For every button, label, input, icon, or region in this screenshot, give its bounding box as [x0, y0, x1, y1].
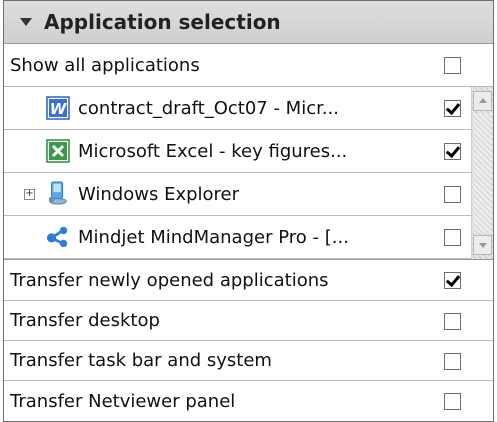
- transfer-task-bar-row[interactable]: Transfer task bar and system: [4, 341, 493, 381]
- application-list-item-word[interactable]: W contract_draft_Oct07 - Micr...: [4, 87, 471, 130]
- application-selection-panel: Application selection Show all applicati…: [3, 0, 494, 422]
- panel-title: Application selection: [44, 10, 281, 34]
- application-checkbox[interactable]: [444, 143, 461, 160]
- collapse-arrow-icon[interactable]: [20, 18, 32, 26]
- excel-icon: [46, 139, 70, 163]
- expand-icon[interactable]: +: [24, 189, 35, 200]
- show-all-applications-row[interactable]: Show all applications: [4, 44, 493, 87]
- panel-header[interactable]: Application selection: [4, 1, 493, 44]
- explorer-icon: [48, 181, 67, 205]
- application-checkbox[interactable]: [444, 229, 461, 246]
- application-list-item-excel[interactable]: Microsoft Excel - key figures...: [4, 130, 471, 173]
- scrollbar-thumb[interactable]: [473, 113, 492, 233]
- application-label: Microsoft Excel - key figures...: [78, 140, 348, 162]
- show-all-applications-label: Show all applications: [10, 54, 200, 76]
- transfer-netviewer-panel-label: Transfer Netviewer panel: [10, 390, 236, 412]
- application-label: Mindjet MindManager Pro - [...: [78, 226, 349, 248]
- chevron-up-icon: [479, 98, 487, 103]
- transfer-desktop-label: Transfer desktop: [10, 310, 160, 331]
- svg-text:W: W: [50, 100, 68, 118]
- application-checkbox[interactable]: [444, 186, 461, 203]
- mindmanager-icon: [46, 226, 68, 248]
- scroll-down-button[interactable]: [473, 235, 492, 255]
- transfer-netviewer-panel-row[interactable]: Transfer Netviewer panel: [4, 381, 493, 421]
- show-all-applications-checkbox[interactable]: [444, 57, 461, 74]
- application-list-item-windows-explorer[interactable]: + Windows Explorer: [4, 173, 471, 216]
- chevron-down-icon: [479, 243, 487, 248]
- transfer-newly-opened-row[interactable]: Transfer newly opened applications: [4, 260, 493, 301]
- transfer-task-bar-checkbox[interactable]: [444, 353, 461, 370]
- transfer-netviewer-panel-checkbox[interactable]: [444, 393, 461, 410]
- application-checkbox[interactable]: [444, 100, 461, 117]
- word-icon: W: [46, 96, 70, 120]
- application-label: Windows Explorer: [78, 183, 240, 205]
- application-list: W contract_draft_Oct07 - Micr... Microso…: [4, 87, 493, 260]
- application-label: contract_draft_Oct07 - Micr...: [78, 97, 339, 119]
- application-list-scrollbar[interactable]: [471, 87, 493, 259]
- transfer-desktop-checkbox[interactable]: [444, 313, 461, 330]
- transfer-newly-opened-label: Transfer newly opened applications: [10, 269, 329, 291]
- transfer-task-bar-label: Transfer task bar and system: [10, 350, 272, 371]
- application-list-item-mindmanager[interactable]: Mindjet MindManager Pro - [...: [4, 216, 471, 259]
- transfer-desktop-row[interactable]: Transfer desktop: [4, 301, 493, 341]
- scroll-up-button[interactable]: [473, 91, 492, 111]
- transfer-newly-opened-checkbox[interactable]: [444, 272, 461, 289]
